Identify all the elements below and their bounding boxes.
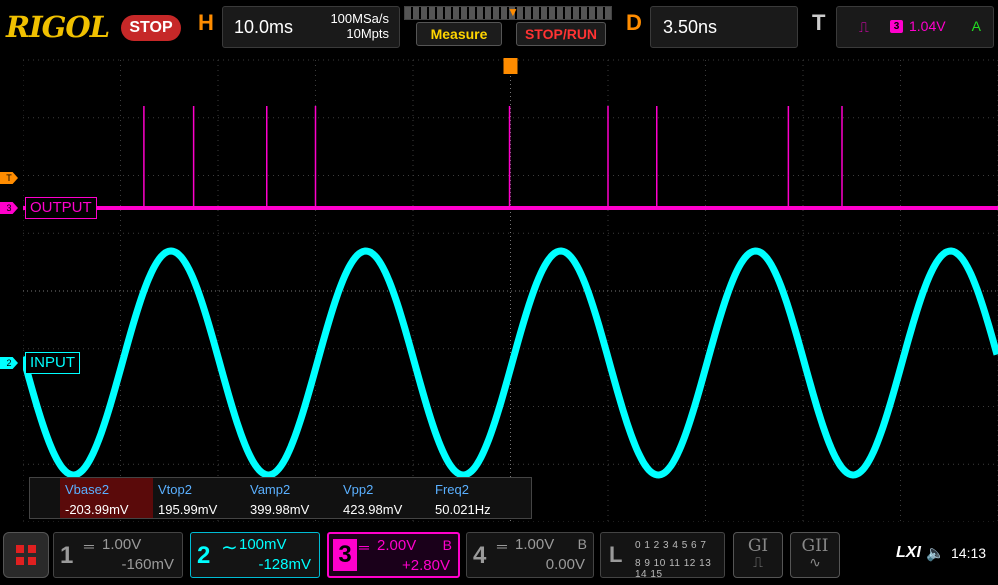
trigger-mode: A (971, 18, 981, 34)
dc-coupling-icon: ═ (359, 539, 369, 555)
trigger-time-marker-icon (503, 58, 518, 74)
generator-2-button[interactable]: GII ∿ (790, 532, 840, 578)
channel-3-settings[interactable]: 3 ═ 2.00V B +2.80V (327, 532, 460, 578)
channel-2-settings[interactable]: 2 ∼ 100mV -128mV (190, 532, 320, 578)
sample-rate: 100MSa/s (330, 11, 389, 26)
measurement-value: 195.99mV (158, 502, 218, 517)
channel-scale: 2.00V (377, 537, 417, 554)
lxi-icon[interactable]: LXI (896, 544, 921, 562)
delay-label: D (626, 10, 642, 35)
measurement-item[interactable]: Vtop2 195.99mV (153, 478, 246, 518)
top-bar: RIGOL STOP H 10.0ms 100MSa/s 10Mpts ▼ Me… (0, 0, 998, 52)
measure-button[interactable]: Measure (416, 22, 502, 46)
trigger-position-strip: ▼ (404, 5, 612, 20)
rising-edge-icon: ⎍ (859, 19, 869, 35)
measurement-item[interactable]: Vbase2 -203.99mV (60, 478, 153, 518)
channel-scale: 100mV (239, 536, 287, 553)
speaker-icon[interactable]: 🔈 (926, 544, 945, 562)
channel-number: 1 (60, 542, 74, 569)
measurement-name: Vbase2 (65, 482, 110, 497)
home-grid-icon (16, 545, 24, 553)
generator-label: GI (747, 536, 769, 556)
measurement-value: -203.99mV (65, 502, 129, 517)
delay-settings[interactable]: 3.50ns (650, 6, 798, 48)
measurement-value: 50.021Hz (435, 502, 491, 517)
sample-rate-info: 100MSa/s 10Mpts (330, 11, 389, 41)
memory-depth: 10Mpts (346, 26, 389, 41)
bottom-bar: 1 ═ 1.00V -160mV 2 ∼ 100mV -128mV 3 ═ 2.… (0, 524, 998, 585)
trigger-source: 3 (890, 20, 903, 33)
channel-number: 3 (333, 539, 357, 571)
measurement-item[interactable]: Freq2 50.021Hz (430, 478, 523, 518)
channel-scale: 1.00V (515, 536, 555, 553)
generator-1-button[interactable]: GI ⎍ (733, 532, 783, 578)
channel-label-output[interactable]: OUTPUT (25, 197, 97, 219)
waveform-display[interactable] (23, 52, 998, 522)
ch2-offset-marker-icon[interactable]: 2 (0, 357, 18, 369)
scope-graticule (23, 58, 998, 522)
home-grid-icon (28, 545, 36, 553)
measurement-panel[interactable]: Vbase2 -203.99mV Vtop2 195.99mV Vamp2 39… (29, 477, 532, 519)
channel-number: 2 (197, 542, 211, 569)
sine-wave-icon: ∿ (809, 555, 821, 571)
channel-offset: +2.80V (402, 557, 450, 574)
home-menu-button[interactable] (3, 532, 49, 578)
measurement-value: 399.98mV (250, 502, 310, 517)
logic-analyzer-settings[interactable]: L 0 1 2 3 4 5 6 7 8 9 10 11 12 13 14 15 (600, 532, 725, 580)
channel-number: 4 (473, 542, 487, 569)
dc-coupling-icon: ═ (84, 538, 94, 554)
channel-label-input[interactable]: INPUT (25, 352, 80, 374)
timebase-value: 10.0ms (234, 17, 294, 37)
measurement-name: Freq2 (435, 482, 469, 497)
bandwidth-limit-indicator: B (442, 537, 452, 553)
brand-logo: RIGOL (6, 10, 110, 44)
output-trace-baseline (23, 206, 998, 210)
channel-4-settings[interactable]: 4 ═ 1.00V B 0.00V (466, 532, 594, 578)
trigger-settings[interactable]: ⎍ 3 1.04V A (836, 6, 994, 48)
measurement-name: Vpp2 (343, 482, 374, 497)
logic-channels-row2: 8 9 10 11 12 13 14 15 (635, 558, 712, 580)
ch3-offset-marker-icon[interactable]: 3 (0, 202, 18, 214)
horizontal-label: H (198, 10, 214, 35)
channel-1-settings[interactable]: 1 ═ 1.00V -160mV (53, 532, 183, 578)
home-grid-icon (16, 557, 24, 565)
delay-value: 3.50ns (663, 17, 718, 37)
dc-coupling-icon: ═ (497, 538, 507, 554)
pulse-wave-icon: ⎍ (753, 555, 763, 571)
trigger-position-marker-icon: ▼ (507, 5, 519, 19)
horizontal-settings[interactable]: 10.0ms 100MSa/s 10Mpts (222, 6, 400, 48)
clock: 14:13 (951, 545, 987, 561)
logic-channels-row1: 0 1 2 3 4 5 6 7 (635, 540, 707, 551)
logic-label: L (609, 542, 623, 567)
measurement-name: Vamp2 (250, 482, 291, 497)
measurement-value: 423.98mV (343, 502, 403, 517)
measurement-name: Vtop2 (158, 482, 192, 497)
channel-offset: -128mV (258, 556, 311, 573)
channel-offset: -160mV (121, 556, 174, 573)
trigger-level-marker-icon[interactable]: T (0, 172, 18, 184)
channel-scale: 1.00V (102, 536, 142, 553)
measurement-item[interactable]: Vpp2 423.98mV (338, 478, 431, 518)
channel-offset: 0.00V (545, 556, 585, 573)
home-grid-icon (28, 557, 36, 565)
stop-run-button[interactable]: STOP/RUN (516, 22, 606, 46)
trigger-label: T (812, 10, 826, 35)
run-state-badge[interactable]: STOP (121, 15, 181, 41)
trigger-level: 1.04V (909, 18, 946, 34)
bandwidth-limit-indicator: B (577, 536, 587, 552)
generator-label: GII (801, 536, 829, 556)
ac-coupling-icon: ∼ (221, 537, 238, 559)
measurement-item[interactable]: Vamp2 399.98mV (245, 478, 338, 518)
